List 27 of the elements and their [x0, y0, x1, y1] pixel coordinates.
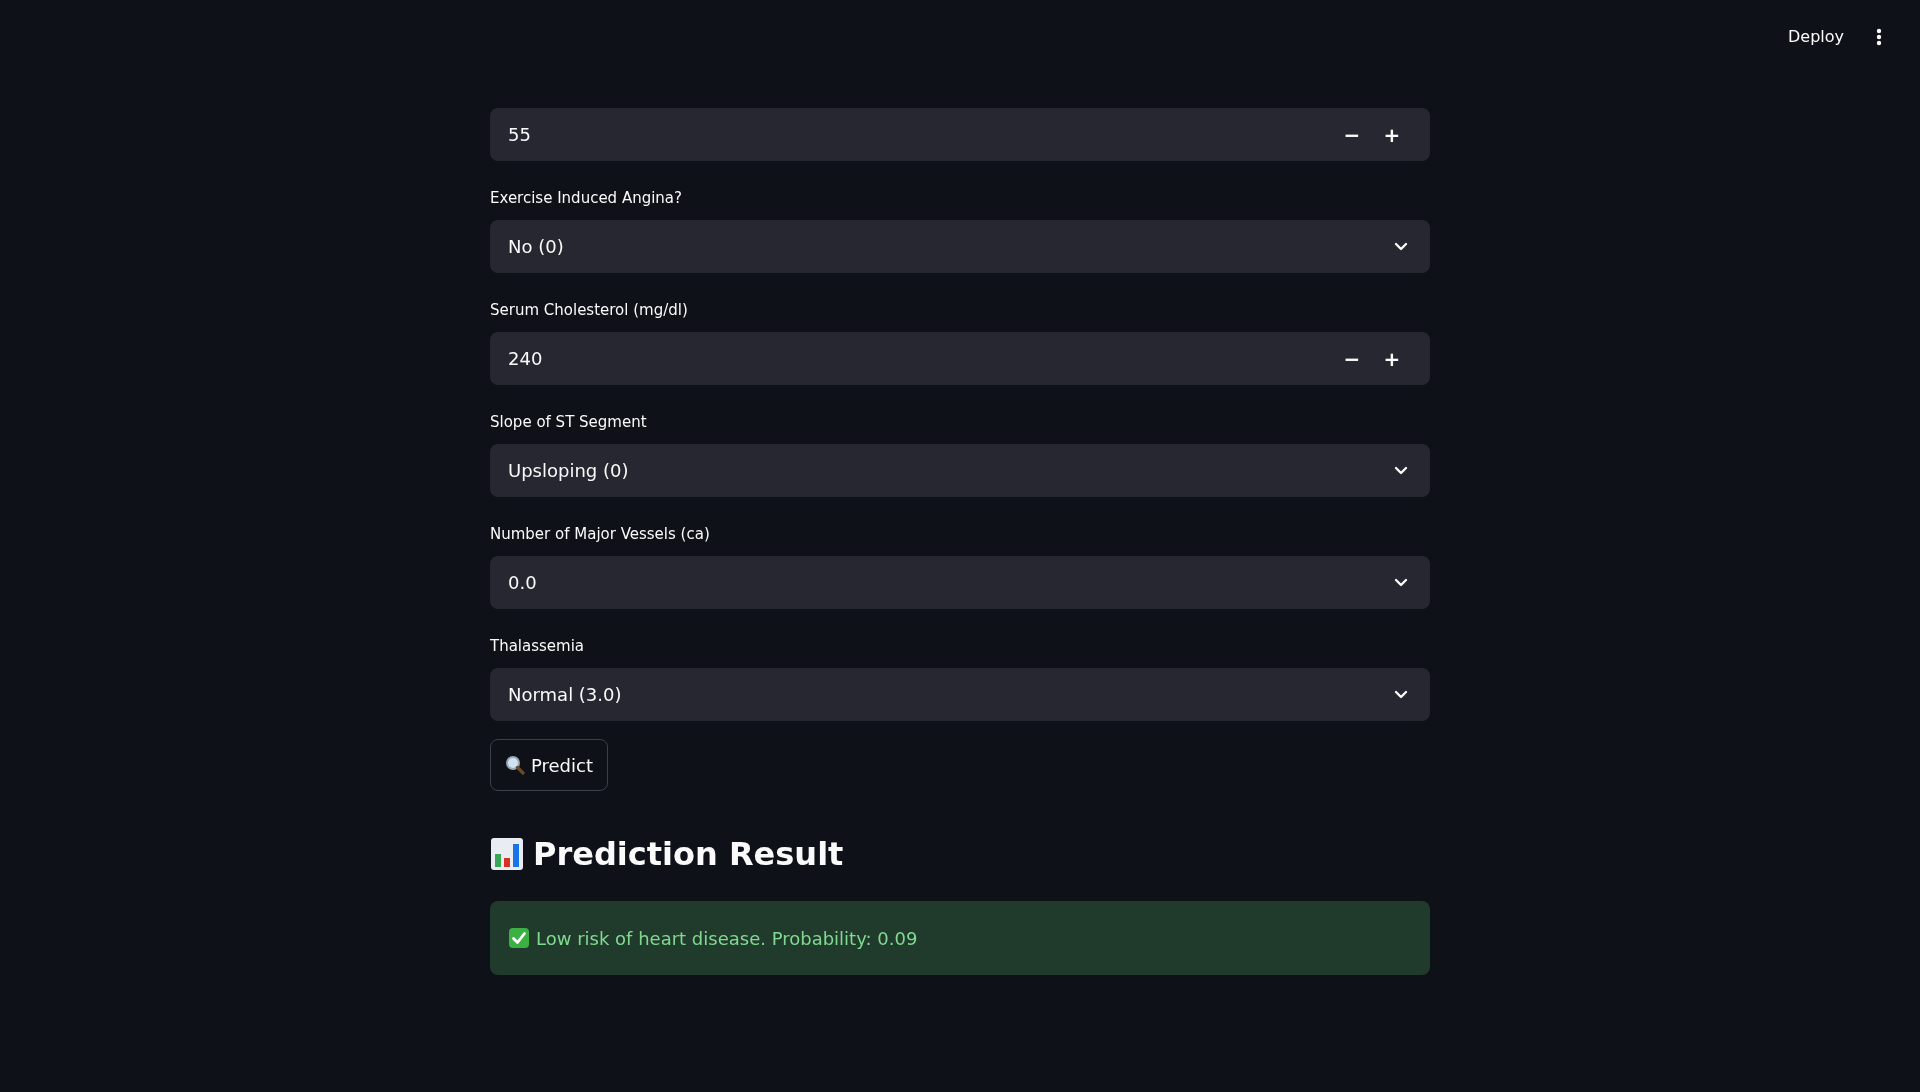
decrement-button[interactable]: −: [1332, 114, 1372, 155]
field-label: Slope of ST Segment: [490, 412, 647, 431]
menu-icon[interactable]: [1876, 27, 1882, 46]
field-label: Serum Cholesterol (mg/dl): [490, 300, 688, 319]
select-dropdown[interactable]: No (0): [490, 220, 1430, 273]
select-dropdown[interactable]: 0.0: [490, 556, 1430, 609]
chevron-down-icon: [1394, 690, 1408, 699]
alert-message: Low risk of heart disease. Probability: 0.09: [536, 927, 918, 949]
field-label: Exercise Induced Angina?: [490, 188, 683, 207]
number-input[interactable]: 55 − +: [490, 108, 1430, 161]
increment-button[interactable]: +: [1372, 114, 1412, 155]
magnifier-icon: [505, 755, 525, 775]
deploy-button[interactable]: Deploy: [1783, 21, 1848, 52]
predict-button[interactable]: Predict: [490, 739, 608, 791]
chevron-down-icon: [1394, 466, 1408, 475]
number-input[interactable]: 240 − +: [490, 332, 1430, 385]
select-dropdown[interactable]: Normal (3.0): [490, 668, 1430, 721]
select-dropdown[interactable]: Upsloping (0): [490, 444, 1430, 497]
field-label: Number of Major Vessels (ca): [490, 524, 710, 543]
chevron-down-icon: [1394, 578, 1408, 587]
increment-button[interactable]: +: [1372, 338, 1412, 379]
chevron-down-icon: [1394, 242, 1408, 251]
bar-chart-icon: [490, 837, 524, 871]
field-label: Thalassemia: [490, 636, 585, 655]
check-icon: [508, 927, 530, 949]
decrement-button[interactable]: −: [1332, 338, 1372, 379]
section-heading: Prediction Result: [533, 835, 844, 873]
